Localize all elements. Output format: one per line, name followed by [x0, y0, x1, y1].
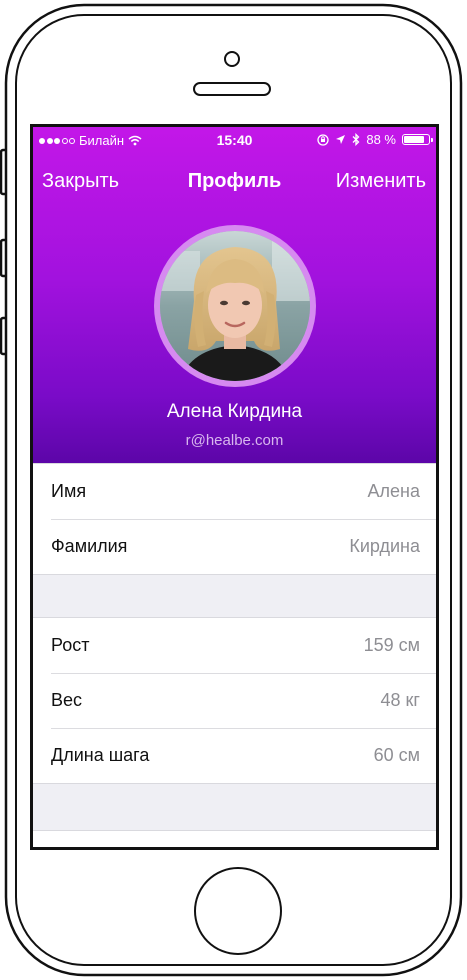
settings-row-height[interactable]: Рост 159 см — [33, 618, 436, 673]
settings-row-last-name[interactable]: Фамилия Кирдина — [33, 519, 436, 574]
row-label: Фамилия — [51, 536, 128, 556]
edit-button[interactable]: Изменить — [336, 170, 426, 193]
next-settings-group — [33, 830, 436, 847]
bluetooth-icon — [352, 133, 360, 146]
rotation-lock-icon — [317, 133, 330, 146]
battery-icon — [402, 134, 433, 145]
row-value: Алена — [367, 481, 420, 501]
row-label: Рост — [51, 635, 90, 655]
status-bar: Билайн 15:40 88 % — [33, 127, 436, 153]
phone-screen: Билайн 15:40 88 % Закрыть Профиль Измени… — [33, 127, 436, 847]
front-camera — [224, 51, 240, 67]
user-name: Алена Кирдина — [166, 401, 303, 422]
settings-row-weight[interactable]: Вес 48 кг — [33, 673, 436, 728]
battery-percent: 88 % — [366, 132, 396, 147]
row-label: Имя — [51, 481, 87, 501]
avatar-photo — [160, 231, 310, 381]
profile-header: Билайн 15:40 88 % Закрыть Профиль Измени… — [33, 127, 436, 463]
personal-info-group: Имя Алена Фамилия Кирдина — [33, 463, 436, 575]
body-params-group: Рост 159 см Вес 48 кг Длина шага 60 см — [33, 617, 436, 784]
row-value: 48 кг — [380, 690, 420, 710]
settings-row-step-length[interactable]: Длина шага 60 см — [33, 728, 436, 783]
navigation-bar: Закрыть Профиль Изменить — [33, 167, 436, 199]
status-right: 88 % — [317, 132, 433, 147]
home-button[interactable] — [194, 867, 282, 955]
row-value: 60 см — [373, 745, 420, 765]
settings-row-first-name[interactable]: Имя Алена — [33, 464, 436, 519]
row-value: 159 см — [363, 635, 420, 655]
avatar-ring — [154, 225, 316, 387]
earpiece-speaker — [193, 82, 271, 96]
user-email: r@healbe.com — [185, 432, 284, 449]
row-value: Кирдина — [349, 536, 420, 556]
row-label: Длина шага — [51, 745, 150, 765]
location-arrow-icon — [336, 135, 346, 144]
avatar — [160, 231, 310, 381]
row-label: Вес — [51, 690, 83, 710]
